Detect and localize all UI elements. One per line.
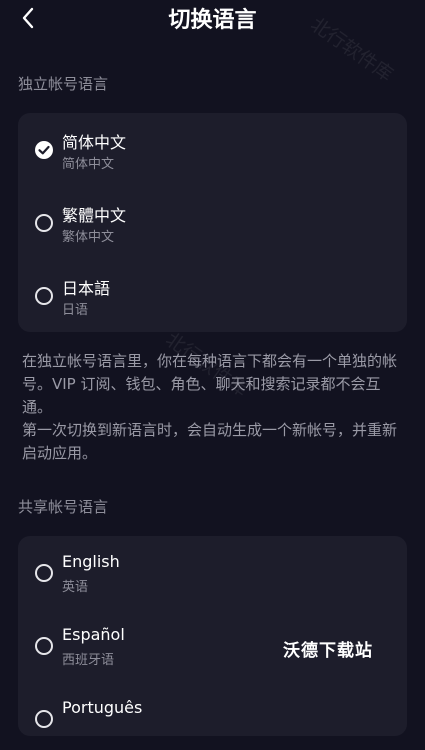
section-label-independent: 独立帐号语言 — [18, 75, 109, 93]
option-title: 简体中文 — [62, 133, 127, 152]
option-title: 繁體中文 — [62, 206, 127, 225]
check-circle-icon — [35, 141, 53, 159]
header-bar: 切换语言 — [0, 0, 425, 40]
language-option-simplified-chinese[interactable]: 简体中文 简体中文 — [18, 121, 407, 181]
option-title: English — [62, 552, 120, 571]
description-paragraph: 在独立帐号语言里，你在每种语言下都会有一个单独的帐号。VIP 订阅、钱包、角色、… — [22, 352, 398, 416]
option-title: 日本語 — [62, 279, 111, 298]
description-paragraph: 第一次切换到新语言时，会自动生成一个新帐号，并重新启动应用。 — [22, 421, 398, 462]
language-option-english[interactable]: English 英语 — [18, 544, 407, 604]
option-subtitle: 英语 — [62, 580, 89, 595]
radio-circle-icon — [35, 564, 53, 582]
independent-language-description: 在独立帐号语言里，你在每种语言下都会有一个单独的帐号。VIP 订阅、钱包、角色、… — [22, 350, 406, 465]
radio-circle-icon — [35, 214, 53, 232]
option-subtitle: 西班牙语 — [62, 653, 115, 668]
site-watermark: 沃德下载站 — [283, 641, 373, 661]
radio-circle-icon — [35, 287, 53, 305]
option-subtitle: 繁体中文 — [62, 230, 115, 245]
option-subtitle: 简体中文 — [62, 157, 115, 172]
option-title: Português — [62, 698, 143, 717]
radio-circle-icon — [35, 710, 53, 728]
page-title: 切换语言 — [168, 8, 257, 33]
language-option-japanese[interactable]: 日本語 日语 — [18, 267, 407, 327]
independent-language-card: 简体中文 简体中文 繁體中文 繁体中文 日本語 日语 — [18, 113, 407, 332]
radio-circle-icon — [35, 637, 53, 655]
language-option-portuguese[interactable]: Português — [18, 690, 407, 750]
language-option-traditional-chinese[interactable]: 繁體中文 繁体中文 — [18, 194, 407, 254]
option-title: Español — [62, 625, 125, 644]
option-subtitle: 日语 — [62, 303, 89, 318]
section-label-shared: 共享帐号语言 — [18, 498, 109, 516]
